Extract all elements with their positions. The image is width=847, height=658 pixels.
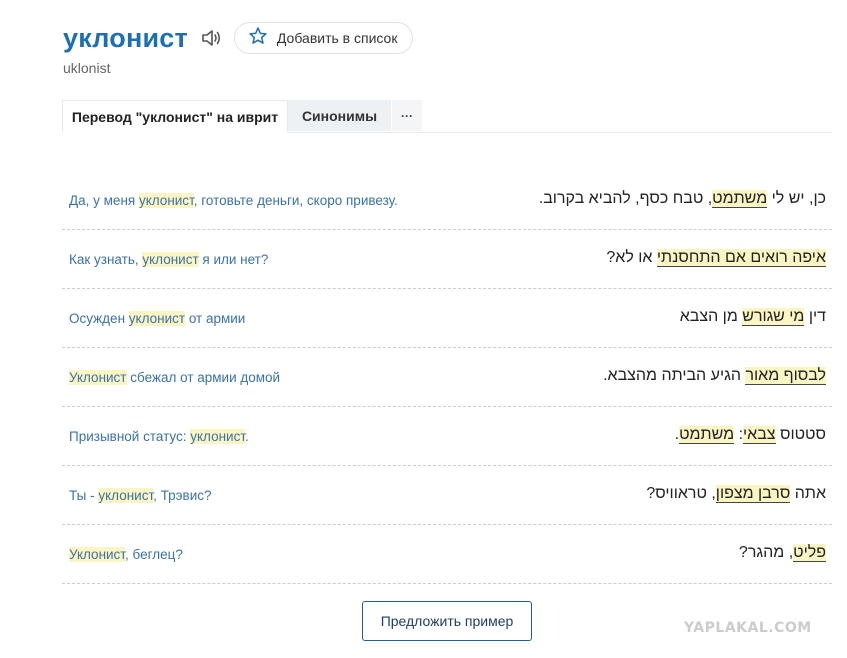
source-highlight: Уклонист xyxy=(69,370,127,385)
tab-more[interactable]: ··· xyxy=(391,100,422,131)
target-highlight: פליט xyxy=(793,544,826,562)
source-highlight: уклонист xyxy=(138,193,194,208)
example-target: אתה סרבן מצפון, טראוויס? xyxy=(646,485,826,503)
example-source: Осужден уклонист от армии xyxy=(69,311,246,326)
example-target: פליט, מהגר? xyxy=(738,544,826,562)
example-source: Уклонист сбежал от армии домой xyxy=(69,370,281,385)
example-row: Ты - уклонист, Трэвис? אתה סרבן מצפון, ט… xyxy=(62,466,832,525)
example-target: כן, יש לי משתמט, טבח כסף, להביא בקרוב. xyxy=(538,190,826,208)
add-to-list-label: Добавить в список xyxy=(276,30,398,46)
example-target: דין מי שגורש מן הצבא xyxy=(679,308,826,326)
star-icon xyxy=(248,26,268,51)
example-target: לבסוף מאור הגיע הביתה מהצבא. xyxy=(603,367,826,385)
source-highlight: уклонист xyxy=(128,311,186,326)
target-highlight: משתמט xyxy=(679,426,735,444)
tab-translation[interactable]: Перевод "уклонист" на иврит xyxy=(62,100,288,133)
target-highlight: איפה רואים אם התחסנתי xyxy=(656,249,826,267)
transliteration: uklonist xyxy=(63,60,111,76)
example-source: Призывной статус: уклонист. xyxy=(69,429,249,444)
target-highlight: צבאי xyxy=(743,426,776,444)
headword: уклонист xyxy=(63,22,188,53)
target-highlight: מי שגורש xyxy=(742,308,805,326)
example-source: Как узнать, уклонист я или нет? xyxy=(69,252,269,267)
source-highlight: Уклонист xyxy=(69,547,125,562)
examples-list: Да, у меня уклонист, готовьте деньги, ск… xyxy=(62,171,832,584)
source-highlight: уклонист xyxy=(98,488,154,503)
example-row: Призывной статус: уклонист. סטטוס צבאי: … xyxy=(62,407,832,466)
example-source: Да, у меня уклонист, готовьте деньги, ск… xyxy=(69,193,398,208)
tab-bar: Перевод "уклонист" на иврит Синонимы ··· xyxy=(62,100,832,133)
watermark: YAPLAKAL.COM xyxy=(684,620,812,636)
target-highlight: משתמט xyxy=(712,190,768,208)
example-target: איפה רואים אם התחסנתי או לא? xyxy=(606,249,826,267)
example-row: Уклонист сбежал от армии домой לבסוף מאו… xyxy=(62,348,832,407)
suggest-example-button[interactable]: Предложить пример xyxy=(362,601,532,641)
example-row: Как узнать, уклонист я или нет? איפה רוא… xyxy=(62,230,832,289)
target-highlight: סרבן מצפון xyxy=(715,485,791,503)
source-highlight: уклонист xyxy=(190,429,246,444)
tab-synonyms[interactable]: Синонимы xyxy=(288,100,391,131)
source-highlight: уклонист xyxy=(142,252,199,267)
word-header: уклонист Добавить в список xyxy=(63,22,414,54)
example-row: Уклонист, беглец? פליט, מהגר? xyxy=(62,525,832,584)
example-source: Ты - уклонист, Трэвис? xyxy=(69,488,212,503)
example-target: סטטוס צבאי: משתמט. xyxy=(674,426,826,444)
target-highlight: לבסוף מאור xyxy=(745,367,826,385)
example-row: Да, у меня уклонист, готовьте деньги, ск… xyxy=(62,171,832,230)
add-to-list-button[interactable]: Добавить в список xyxy=(233,22,414,54)
example-source: Уклонист, беглец? xyxy=(69,547,183,562)
example-row: Осужден уклонист от армии דין מי שגורש מ… xyxy=(62,289,832,348)
speaker-icon[interactable] xyxy=(200,27,222,49)
